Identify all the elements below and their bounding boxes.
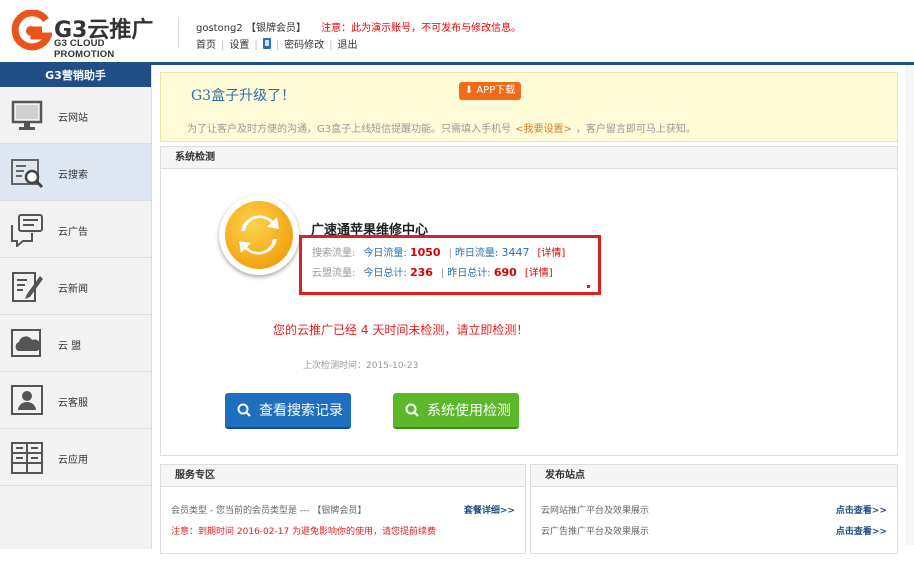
sidebar-item-label: 云广告 (58, 227, 88, 238)
package-detail-link[interactable]: 套餐详细>> (464, 503, 515, 516)
warning-days: 4 (360, 323, 369, 337)
cloud-traffic-key: 云盟流量: (312, 268, 356, 279)
edit-doc-icon (12, 272, 43, 302)
sidebar-item-label: 云网站 (58, 113, 88, 124)
cloud-detail-link[interactable]: [详情] (525, 268, 553, 279)
yesterday-label: 昨日总计: (447, 268, 491, 279)
sidebar-item-cloud-website[interactable]: 云网站 (0, 87, 151, 144)
nav-settings[interactable]: 设置 (229, 40, 249, 51)
member-type: 会员类型 - 您当前的会员类型是 --- 【银牌会员】 (171, 506, 367, 516)
app-download-label: APP下载 (476, 85, 516, 96)
banner-text-before: 为了让客户及时方便的沟通，G3盒子上线短信提醒功能。只需填入手机号 (187, 124, 512, 135)
search-today-value: 1050 (409, 246, 441, 259)
settings-link[interactable]: <我要设置> (515, 124, 572, 135)
panel-title: 发布站点 (531, 465, 897, 487)
search-icon (405, 403, 419, 417)
sidebar-item-label: 云新闻 (58, 284, 88, 295)
marker-dot (587, 285, 590, 288)
cloud-icon (11, 329, 41, 357)
logo[interactable]: G3云推广 G3 CLOUD PROMOTION (10, 10, 160, 60)
nav-logout[interactable]: 退出 (338, 40, 358, 51)
logo-subtitle: G3 CLOUD PROMOTION (54, 38, 115, 60)
sidebar: G3营销助手 云网站 云搜索 云广告 云新闻 云 盟 云客服 云应用 (0, 65, 152, 549)
sidebar-item-cloud-news[interactable]: 云新闻 (0, 258, 151, 315)
search-icon (237, 403, 251, 417)
upgrade-banner: G3盒子升级了！ ⬇ APP下载 为了让客户及时方便的沟通，G3盒子上线短信提醒… (160, 72, 898, 142)
refresh-icon (239, 215, 279, 255)
search-traffic-key: 搜索流量: (312, 248, 356, 259)
banner-text-after: ，客户留言即可马上获知。 (575, 124, 696, 135)
banner-text: 为了让客户及时方便的沟通，G3盒子上线短信提醒功能。只需填入手机号 <我要设置>，… (187, 120, 696, 135)
header-divider (178, 18, 179, 48)
cloud-today-value: 236 (409, 266, 433, 279)
warning-prefix: 您的云推广已经 (273, 323, 358, 337)
sidebar-item-label: 云应用 (58, 455, 88, 466)
sidebar-item-label: 云客服 (58, 398, 88, 409)
yesterday-label: 昨日流量: (454, 248, 499, 259)
expire-notice: 注意：到期时间 2016-02-17 为避免影响你的使用，请您提前续费 (171, 527, 437, 537)
button-label: 查看搜索记录 (259, 403, 343, 419)
member-level: 【银牌会员】 (245, 23, 306, 34)
today-label: 今日总计: (363, 268, 407, 279)
sidebar-item-label: 云 盟 (58, 341, 82, 352)
user-card-icon (11, 385, 43, 415)
sidebar-item-cloud-alliance[interactable]: 云 盟 (0, 315, 151, 372)
sidebar-title: G3营销助手 (0, 65, 151, 87)
phone-icon[interactable] (262, 38, 271, 49)
search-traffic-row: 搜索流量: 今日流量: 1050 | 昨日流量: 3447 [详情] (312, 246, 566, 259)
sidebar-item-cloud-apps[interactable]: 云应用 (0, 429, 151, 486)
warning-suffix: 天时间未检测，请立即检测！ (372, 323, 529, 337)
publish-row-link[interactable]: 点击查看>> (836, 503, 887, 516)
app-download-button[interactable]: ⬇ APP下载 (459, 82, 521, 100)
user-info: gostong2 【银牌会员】 注意：此为演示账号，不可发布与修改信息。 (196, 19, 521, 34)
username: gostong2 (196, 23, 243, 34)
panel-title: 系统检测 (161, 147, 897, 169)
sidebar-item-cloud-ads[interactable]: 云广告 (0, 201, 151, 258)
search-yesterday-value: 3447 (501, 246, 530, 259)
page-scrollbar[interactable] (906, 65, 914, 545)
header: G3云推广 G3 CLOUD PROMOTION gostong2 【银牌会员】… (0, 0, 914, 64)
demo-notice: 注意：此为演示账号，不可发布与修改信息。 (321, 23, 522, 34)
download-icon: ⬇ (464, 85, 474, 96)
service-panel: 服务专区 会员类型 - 您当前的会员类型是 --- 【银牌会员】 套餐详细>> … (160, 464, 526, 554)
last-check-time: 上次检测时间：2015-10-23 (303, 361, 419, 371)
sidebar-item-cloud-search[interactable]: 云搜索 (0, 144, 151, 201)
system-check-panel: 系统检测 广速通苹果维修中心 搜索流量: 今日流量: 1050 | 昨日流量: 344… (160, 146, 898, 456)
cloud-yesterday-value: 690 (493, 266, 517, 279)
publish-row-text: 云网站推广平台及效果展示 (541, 506, 650, 516)
button-label: 系统使用检测 (427, 403, 511, 419)
sidebar-item-cloud-service[interactable]: 云客服 (0, 372, 151, 429)
banner-title: G3盒子升级了！ (191, 88, 296, 104)
grid-icon (11, 442, 43, 474)
publish-row-link[interactable]: 点击查看>> (836, 524, 887, 537)
monitor-icon (11, 100, 43, 130)
today-label: 今日流量: (363, 248, 407, 259)
system-check-button[interactable]: 系统使用检测 (393, 393, 519, 429)
view-search-records-button[interactable]: 查看搜索记录 (225, 393, 351, 429)
check-warning: 您的云推广已经 4 天时间未检测，请立即检测！ (273, 321, 528, 338)
panel-title: 服务专区 (161, 465, 525, 487)
search-doc-icon (11, 159, 44, 189)
nav-change-password[interactable]: 密码修改 (284, 40, 324, 51)
logo-mark-icon (11, 10, 52, 51)
traffic-stats-highlight: 搜索流量: 今日流量: 1050 | 昨日流量: 3447 [详情] 云盟流量: 今日总计… (299, 235, 601, 295)
nav-home[interactable]: 首页 (196, 40, 216, 51)
cloud-traffic-row: 云盟流量: 今日总计: 236 | 昨日总计: 690 [详情] (312, 266, 553, 279)
chat-icon (11, 214, 43, 247)
sidebar-item-label: 云搜索 (58, 170, 88, 181)
search-detail-link[interactable]: [详情] (538, 248, 566, 259)
top-nav: 首页 | 设置 | | 密码修改 | 退出 (196, 38, 358, 51)
refresh-badge (219, 195, 299, 275)
publish-row-text: 云广告推广平台及效果展示 (541, 527, 650, 537)
publish-panel: 发布站点 云网站推广平台及效果展示 点击查看>> 云广告推广平台及效果展示 点击… (530, 464, 898, 554)
